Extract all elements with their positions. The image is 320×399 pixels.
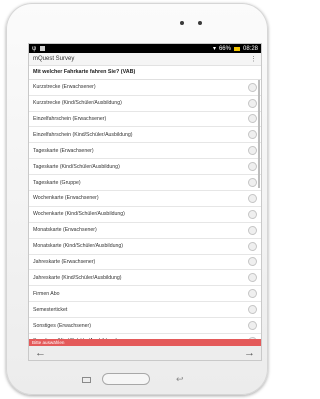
- radio-button[interactable]: [248, 162, 257, 172]
- option-row[interactable]: Kurzstrecke (Erwachsener): [29, 80, 261, 96]
- question-text: Mit welcher Fahrkarte fahren Sie? (VAB): [29, 66, 261, 80]
- option-label: Kurzstrecke (Kind/Schüler/Ausbildung): [33, 100, 122, 107]
- status-bar: ψ ▾ 66% 08:28: [29, 44, 261, 53]
- option-label: Semesterticket: [33, 306, 68, 313]
- status-left: ψ: [32, 45, 46, 52]
- radio-button[interactable]: [248, 257, 257, 267]
- option-row[interactable]: Wochenkarte (Erwachsener): [29, 191, 261, 207]
- option-row[interactable]: Monatskarte (Erwachsener): [29, 223, 261, 239]
- hardware-buttons: ↩: [6, 369, 268, 389]
- option-label: Firmen Abo: [33, 290, 60, 297]
- recent-apps-button[interactable]: [82, 377, 91, 383]
- camera-sensors: [180, 21, 202, 25]
- screen: ψ ▾ 66% 08:28 mQuest Survey ⋮ Mit welche…: [28, 43, 262, 361]
- option-label: Einzelfahrschein (Kind/Schüler/Ausbildun…: [33, 131, 133, 138]
- option-label: Wochenkarte (Erwachsener): [33, 195, 99, 202]
- signal-icon: ▾: [212, 46, 216, 52]
- arrow-left-icon[interactable]: ←: [35, 347, 46, 359]
- option-row[interactable]: Firmen Abo: [29, 286, 261, 303]
- option-row[interactable]: Monatskarte (Kind/Schüler/Ausbildung): [29, 239, 261, 255]
- radio-button[interactable]: [248, 273, 257, 283]
- option-label: Einzelfahrschein (Erwachsener): [33, 115, 107, 122]
- status-right: ▾ 66% 08:28: [212, 45, 258, 53]
- battery-icon: [233, 46, 240, 51]
- home-button[interactable]: [102, 373, 150, 385]
- option-label: Sonstiges (Erwachsener): [33, 322, 91, 329]
- error-bar: Bitte auswählen: [29, 339, 261, 346]
- option-row[interactable]: Tageskarte (Erwachsener): [29, 143, 261, 160]
- radio-button[interactable]: [248, 178, 257, 188]
- option-label: Tageskarte (Gruppe): [33, 179, 81, 186]
- radio-button[interactable]: [248, 305, 257, 315]
- app-bar: mQuest Survey ⋮: [29, 53, 261, 66]
- scrollbar[interactable]: [258, 79, 260, 188]
- radio-button[interactable]: [248, 146, 257, 156]
- usb-icon: ψ: [32, 45, 37, 52]
- option-row[interactable]: Tageskarte (Gruppe): [29, 175, 261, 191]
- radio-button[interactable]: [248, 82, 257, 92]
- clock: 08:28: [242, 45, 258, 52]
- radio-button[interactable]: [248, 241, 257, 251]
- option-label: Monatskarte (Kind/Schüler/Ausbildung): [33, 243, 123, 250]
- radio-button[interactable]: [248, 321, 257, 331]
- option-row[interactable]: Einzelfahrschein (Erwachsener): [29, 112, 261, 128]
- radio-button[interactable]: [248, 209, 257, 219]
- option-label: Kurzstrecke (Erwachsener): [33, 84, 96, 91]
- option-row[interactable]: Einzelfahrschein (Kind/Schüler/Ausbildun…: [29, 127, 261, 144]
- option-row[interactable]: Tageskarte (Kind/Schüler/Ausbildung): [29, 159, 261, 176]
- error-message: Bitte auswählen: [32, 340, 65, 345]
- option-row[interactable]: Jahreskarte (Erwachsener): [29, 255, 261, 271]
- app-title: mQuest Survey: [33, 56, 75, 62]
- tablet-frame: ψ ▾ 66% 08:28 mQuest Survey ⋮ Mit welche…: [6, 3, 268, 395]
- option-label: Tageskarte (Kind/Schüler/Ausbildung): [33, 163, 120, 170]
- option-list: Kurzstrecke (Erwachsener) Kurzstrecke (Ki…: [29, 79, 261, 350]
- radio-button[interactable]: [248, 114, 257, 124]
- overflow-menu-icon[interactable]: ⋮: [250, 56, 257, 63]
- arrow-right-icon[interactable]: →: [244, 347, 255, 359]
- option-label: Tageskarte (Erwachsener): [33, 147, 94, 154]
- radio-button[interactable]: [248, 193, 257, 203]
- radio-button[interactable]: [248, 130, 257, 140]
- survey-nav: ← →: [29, 346, 261, 360]
- radio-button[interactable]: [248, 98, 257, 108]
- back-button[interactable]: ↩: [176, 374, 184, 385]
- option-row[interactable]: Jahreskarte (Kind/Schüler/Ausbildung): [29, 270, 261, 287]
- option-label: Wochenkarte (Kind/Schüler/Ausbildung): [33, 211, 125, 218]
- option-label: Jahreskarte (Erwachsener): [33, 258, 96, 265]
- radio-button[interactable]: [248, 225, 257, 235]
- radio-button[interactable]: [248, 289, 257, 299]
- option-row[interactable]: Wochenkarte (Kind/Schüler/Ausbildung): [29, 207, 261, 223]
- option-row[interactable]: Semesterticket: [29, 302, 261, 319]
- camera-dot: [180, 21, 184, 25]
- option-row[interactable]: Kurzstrecke (Kind/Schüler/Ausbildung): [29, 96, 261, 112]
- option-label: Monatskarte (Erwachsener): [33, 227, 97, 234]
- image-icon: [40, 46, 46, 51]
- option-label: Jahreskarte (Kind/Schüler/Ausbildung): [33, 274, 122, 281]
- option-row[interactable]: Sonstiges (Erwachsener): [29, 318, 261, 334]
- sensor-dot: [198, 21, 202, 25]
- battery-percent: 66%: [218, 45, 231, 52]
